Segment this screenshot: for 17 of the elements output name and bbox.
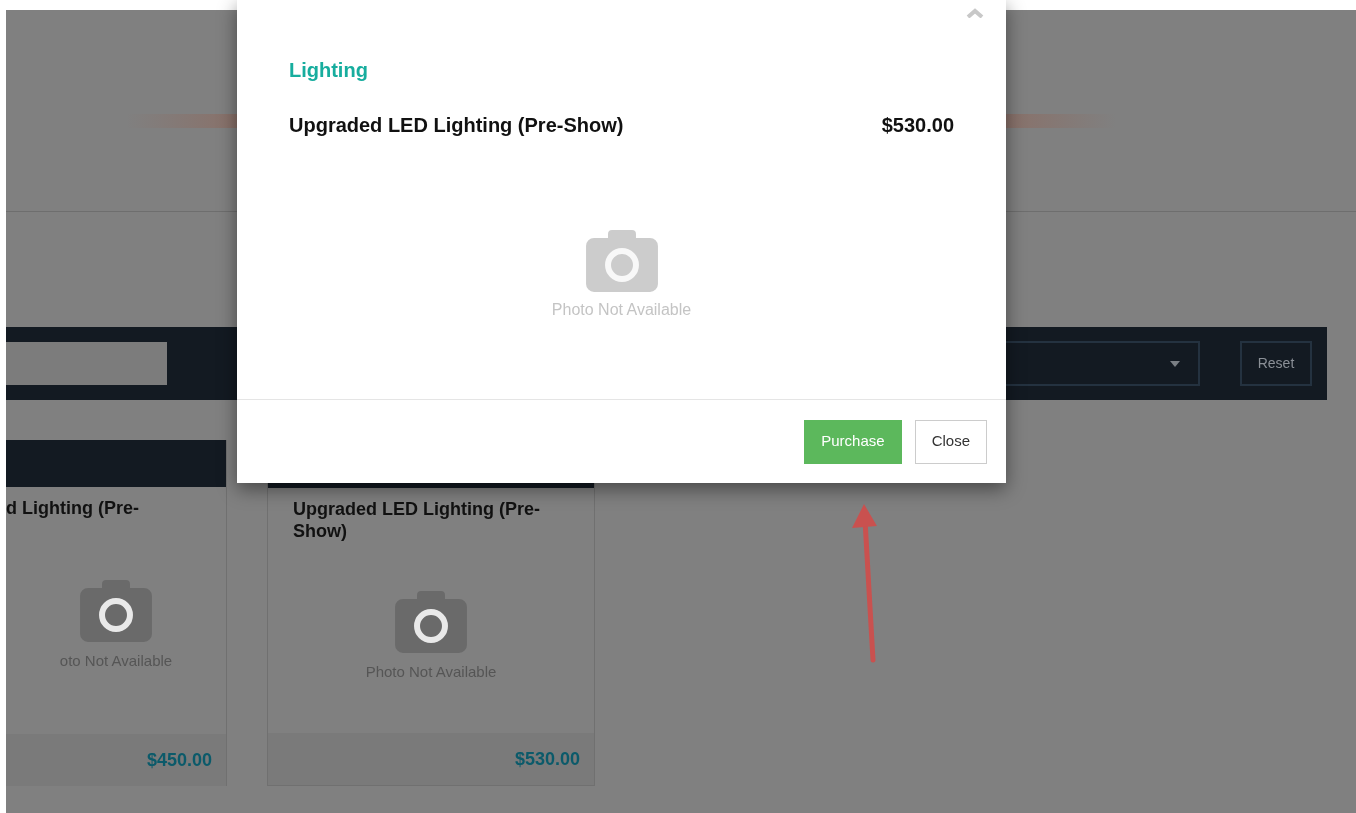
item-price: $530.00 bbox=[881, 113, 954, 138]
item-name: Upgraded LED Lighting (Pre-Show) bbox=[289, 113, 624, 138]
card-title: d Lighting (Pre- bbox=[6, 497, 140, 519]
card-price: $450.00 bbox=[146, 748, 212, 772]
dialog-button[interactable]: Close bbox=[914, 419, 987, 464]
card-title: Upgraded LED Lighting (Pre-Show) bbox=[292, 498, 541, 542]
photo-caption: Photo Not Available bbox=[551, 299, 692, 320]
caret-down-icon bbox=[1170, 360, 1180, 367]
camera-icon bbox=[80, 580, 152, 643]
modal-category: Lighting bbox=[289, 58, 369, 83]
search-field[interactable] bbox=[6, 342, 167, 385]
card-price: $530.00 bbox=[514, 747, 580, 771]
camera-icon bbox=[585, 230, 658, 292]
dialog-button[interactable]: Purchase bbox=[804, 419, 902, 464]
camera-icon bbox=[395, 591, 467, 654]
chevron-up-icon[interactable] bbox=[966, 8, 984, 18]
reset-button[interactable]: Reset bbox=[1240, 341, 1312, 386]
